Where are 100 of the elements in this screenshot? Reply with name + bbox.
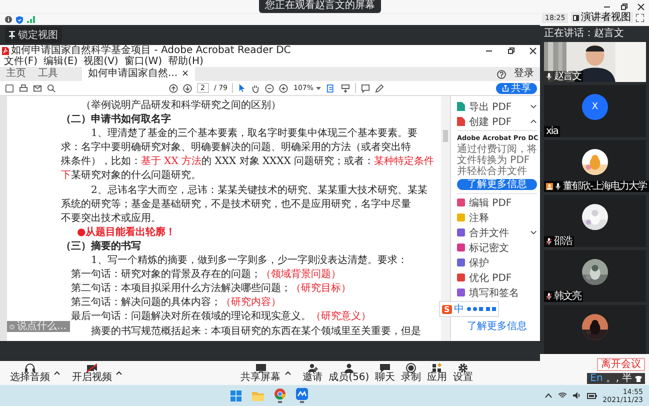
tab[interactable]: 如何申请国家自然... ×	[82, 67, 196, 81]
speaker-icon[interactable]	[572, 392, 581, 399]
text-line: （二）申请书如何取名字	[60, 113, 171, 128]
person-icon	[342, 363, 355, 373]
search-icon[interactable]	[47, 84, 56, 92]
hand-icon[interactable]	[251, 84, 260, 92]
toolbar-button[interactable]: 设置	[451, 363, 476, 383]
view-dropdown[interactable]: 演讲者视图	[571, 12, 634, 23]
signal-icon	[27, 16, 35, 23]
tool-item[interactable]: 注释	[457, 211, 537, 224]
menu-item[interactable]: 帮助(H)	[168, 56, 204, 67]
tab[interactable]: 工具	[32, 67, 64, 81]
shield-icon[interactable]	[16, 16, 23, 24]
cursor-icon[interactable]	[238, 84, 246, 92]
zoom-in-icon[interactable]	[279, 84, 288, 92]
restore-icon[interactable]	[507, 46, 515, 54]
ime-toolbar[interactable]: S 中	[439, 301, 499, 317]
text-line: 殊条件），比如：基于 XX 方法的 XXX 对象 XXXX 问题研究；或者：某种特定条件	[60, 155, 434, 170]
text-line: 第三句话：解决问题的具体内容；（研究内容）	[70, 296, 281, 310]
participant-tile[interactable]: X xia	[544, 85, 646, 137]
tool-item[interactable]: 标记密文	[457, 241, 537, 254]
zoom-out-icon[interactable]	[265, 84, 274, 92]
toolbar-button[interactable]: 录制	[399, 363, 424, 383]
print-icon[interactable]	[19, 84, 28, 92]
text-line: 1、理清楚了基金的三个基本要素，取名字时要集中体现三个基本要素。要	[90, 127, 418, 142]
info-icon[interactable]	[5, 16, 12, 23]
tool-item[interactable]: 填写和签名	[457, 286, 537, 299]
wifi-icon[interactable]	[558, 392, 567, 399]
share-button[interactable]: 共享	[496, 82, 538, 94]
chrome-app-icon[interactable]	[272, 386, 288, 404]
menu-item[interactable]: 编辑(E)	[44, 56, 78, 67]
help-icon[interactable]	[497, 70, 506, 78]
caret-icon[interactable]	[284, 371, 291, 375]
fit-page-icon[interactable]	[326, 84, 336, 92]
close-icon[interactable]	[637, 3, 645, 11]
page-down-icon[interactable]	[182, 84, 192, 92]
scroll-thumb[interactable]	[443, 130, 448, 142]
participant-tile[interactable]: 韩文亮	[544, 250, 646, 302]
chat-icon	[379, 363, 392, 373]
caret-icon[interactable]	[530, 230, 537, 235]
tool-item[interactable]: 合并文件	[457, 226, 537, 239]
monitor-icon	[254, 363, 267, 373]
participant-name: 赵言文	[544, 71, 583, 82]
text-line: 2、忌讳名字大而空，忌讳：某某关键技术的研究、某某重大技术研究、某某	[90, 184, 428, 198]
caret-icon[interactable]	[54, 371, 60, 375]
scrollbar[interactable]	[441, 96, 450, 341]
toolbar-button[interactable]: 共享屏幕	[238, 363, 283, 383]
tool-item[interactable]: 保护	[457, 256, 537, 269]
toolbar-button[interactable]: 开启视频	[70, 363, 114, 383]
tool-item[interactable]: 导出 PDF	[457, 100, 537, 113]
tab[interactable]: 主页	[0, 67, 32, 81]
add-person-icon	[306, 363, 319, 373]
ime-tools-icon	[466, 306, 496, 312]
caret-icon[interactable]	[116, 371, 122, 375]
participant-name: 韩文亮	[544, 291, 583, 302]
menu-item[interactable]: 文件(F)	[4, 56, 38, 67]
participant-tile[interactable]: 赵言文	[544, 42, 646, 82]
ime-status-bar[interactable]: En 。, 半	[587, 373, 645, 384]
toolbar-button[interactable]: 选择音频	[8, 363, 52, 383]
camera-off-icon	[86, 363, 98, 373]
meeting-app-icon[interactable]	[294, 386, 310, 404]
text-line: 求：名字中要明确研究对象、明确要解决的问题、明确采用的方法（或者突出特	[60, 141, 411, 156]
chat-input[interactable]: 说点什么...	[6, 321, 70, 332]
pen-icon[interactable]	[374, 84, 384, 92]
mail-icon[interactable]	[33, 84, 42, 92]
battery-icon[interactable]	[586, 392, 597, 398]
comment-icon[interactable]	[360, 84, 370, 92]
caret-icon[interactable]	[530, 119, 537, 124]
tray-expand-icon[interactable]	[544, 393, 552, 398]
running-indicator	[300, 401, 304, 403]
toolbar-button[interactable]: 应用	[425, 363, 450, 383]
toolbar-button[interactable]: 邀请	[300, 363, 325, 383]
learn-more-button[interactable]: 了解更多信息	[457, 179, 537, 190]
page-up-icon[interactable]	[168, 84, 178, 92]
toolbar-button[interactable]: 聊天	[373, 363, 398, 383]
pin-view-button[interactable]: 锁定视图	[5, 27, 62, 43]
shirt-icon	[635, 376, 642, 382]
participant-tile[interactable]: 邵浩	[544, 195, 646, 247]
tool-item[interactable]: 优化 PDF	[457, 271, 537, 284]
fullscreen-icon[interactable]	[636, 14, 644, 22]
restore-icon[interactable]	[620, 3, 628, 11]
leave-meeting-button[interactable]: 离开会议	[597, 358, 645, 371]
participant-tile[interactable]	[544, 305, 646, 354]
save-icon[interactable]	[5, 84, 14, 92]
tool-item[interactable]: 创建 PDF	[457, 115, 537, 128]
caret-icon[interactable]	[530, 104, 537, 109]
text-line: 第一句话：研究对象的背景及存在的问题；（领域背景问题）	[70, 268, 341, 282]
learn-more-link[interactable]: 了解更多信息	[457, 319, 537, 333]
meeting-icon	[296, 388, 308, 400]
layout-icon	[573, 14, 580, 20]
menu-item[interactable]: 窗口(W)	[124, 56, 162, 67]
tab-close-button[interactable]: ×	[182, 67, 190, 81]
participant-tile[interactable]: 董郁欣-上海电力大学	[544, 140, 646, 192]
menu-item[interactable]: 视图(V)	[84, 56, 118, 67]
tool-item[interactable]: 编辑 PDF	[457, 196, 537, 209]
scroll-mode-icon[interactable]	[340, 84, 350, 92]
toolbar-button[interactable]: 成员(56)	[326, 363, 372, 383]
text-line: 系统的研究等；基金是基础研究，不是技术研究，也不是应用研究，名字中尽量	[60, 198, 411, 212]
login-link[interactable]: 登录	[514, 67, 540, 81]
close-icon[interactable]	[529, 46, 537, 54]
